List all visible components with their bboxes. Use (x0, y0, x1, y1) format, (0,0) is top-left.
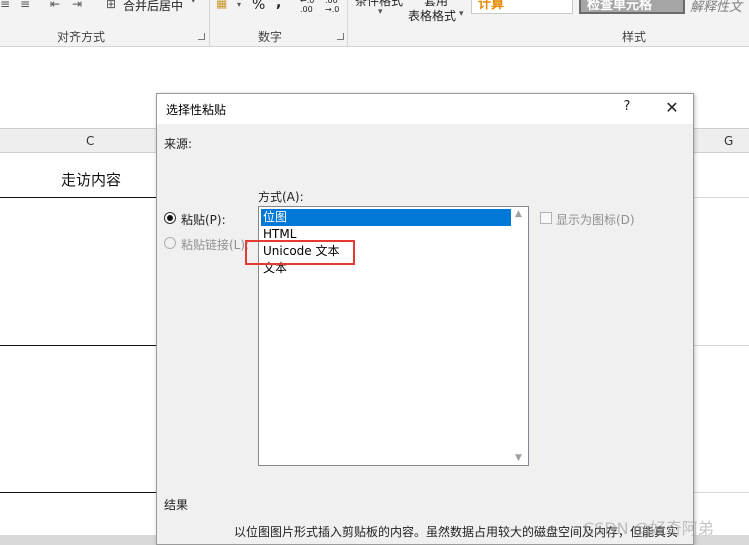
cell-c2[interactable]: 走访内容 (61, 169, 121, 190)
annotation-highlight-box (245, 240, 355, 265)
paste-link-radio[interactable] (164, 237, 176, 249)
align-left-icon[interactable]: ≡ (0, 0, 10, 11)
dropdown-arrow-icon[interactable]: ▾ (459, 9, 464, 19)
increase-decimal-button[interactable]: ←.0 .00 (300, 0, 314, 14)
scroll-up-icon[interactable]: ▲ (515, 209, 522, 219)
watermark-text: CSDN @好奇阿弟 (583, 519, 714, 538)
paste-radio-label[interactable]: 粘贴(P): (181, 211, 226, 228)
help-button[interactable]: ? (619, 99, 635, 117)
close-button[interactable]: ✕ (661, 97, 683, 119)
paste-link-radio-label[interactable]: 粘贴链接(L): (181, 236, 249, 253)
method-label: 方式(A): (258, 190, 304, 204)
merge-center-icon: ⊞ (106, 0, 117, 11)
style-calc[interactable]: 计算 (471, 0, 573, 14)
group-label-alignment: 对齐方式 (57, 30, 106, 44)
scroll-down-icon[interactable]: ▼ (515, 453, 522, 463)
row-border (0, 345, 156, 346)
group-label-number: 数字 (258, 30, 283, 44)
separator (347, 0, 348, 46)
decrease-decimal-button[interactable]: .00 →.0 (325, 0, 339, 14)
display-as-icon-label[interactable]: 显示为图标(D) (556, 211, 635, 228)
dropdown-arrow-icon[interactable]: ▾ (237, 0, 241, 9)
merge-center-button[interactable]: 合并后居中 (123, 0, 183, 14)
row-border (694, 492, 749, 493)
table-format-button[interactable]: 表格格式 (408, 7, 456, 24)
decrease-indent-icon[interactable]: ⇤ (50, 0, 60, 11)
list-item[interactable]: 位图 (261, 209, 513, 226)
row-border (694, 345, 749, 346)
paste-special-dialog: 选择性粘贴 ? ✕ 来源: 方式(A): 粘贴(P): 粘贴链接(L): 显示为… (156, 93, 694, 545)
dialog-title: 选择性粘贴 (166, 103, 227, 117)
row-border (694, 197, 749, 198)
result-label: 结果 (164, 498, 189, 512)
alignment-launcher-icon[interactable] (198, 33, 205, 40)
listbox-scrollbar[interactable]: ▲ ▼ (511, 207, 528, 465)
style-check-cell[interactable]: 检查单元格 (579, 0, 685, 14)
align-right-icon[interactable]: ≡ (20, 0, 30, 11)
dialog-titlebar[interactable]: 选择性粘贴 ? ✕ (157, 94, 693, 124)
paste-radio[interactable] (164, 212, 176, 224)
source-label: 来源: (164, 137, 193, 151)
increase-indent-icon[interactable]: ⇥ (72, 0, 82, 11)
row-border (0, 197, 156, 198)
row-border (0, 492, 156, 493)
ribbon: ≡ ≡ ⇤ ⇥ ⊞ 合并后居中 ▾ ▦ ▾ % , ←.0 .00 .00 →.… (0, 0, 749, 47)
separator (209, 0, 210, 46)
dropdown-arrow-icon[interactable]: ▾ (378, 7, 383, 17)
number-launcher-icon[interactable] (337, 33, 344, 40)
column-g-header[interactable]: G (724, 134, 733, 148)
percent-style-button[interactable]: % (252, 0, 265, 13)
comma-style-button[interactable]: , (276, 0, 281, 11)
column-c-header[interactable]: C (86, 134, 94, 148)
style-explanatory[interactable]: 解释性文 (690, 0, 742, 15)
dropdown-arrow-icon[interactable]: ▾ (191, 0, 196, 6)
group-label-styles: 样式 (622, 30, 647, 44)
accounting-format-icon[interactable]: ▦ (216, 0, 227, 10)
display-as-icon-checkbox[interactable] (540, 212, 552, 224)
